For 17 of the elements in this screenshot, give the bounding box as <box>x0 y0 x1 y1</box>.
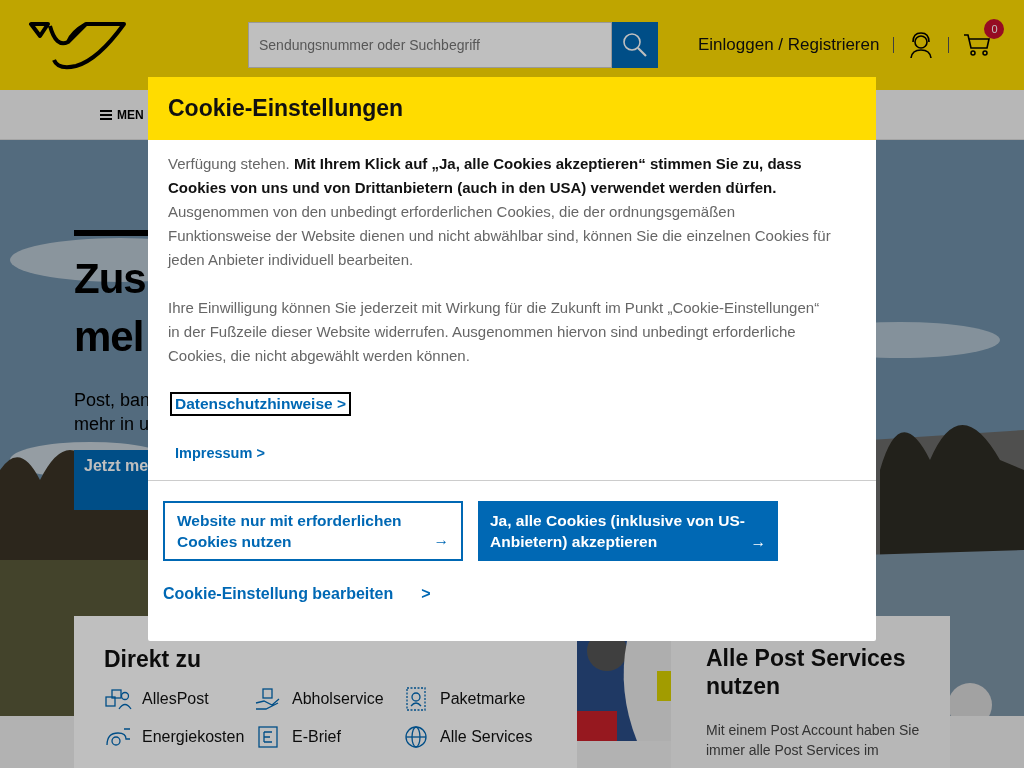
cart-icon[interactable] <box>963 33 992 57</box>
cart-count-badge: 0 <box>984 19 1005 39</box>
quick-link[interactable]: E-Brief <box>254 725 402 749</box>
login-link[interactable]: Einloggen / Registrieren <box>698 35 880 55</box>
card-text: immer alle Post Services im <box>706 741 880 760</box>
card-text: Mit einem Post Account haben Sie <box>706 721 920 740</box>
quick-link[interactable]: Energiekosten <box>104 725 254 749</box>
search-icon <box>622 32 648 58</box>
dialog-title: Cookie-Einstellungen <box>168 95 404 122</box>
search-button[interactable] <box>612 22 658 68</box>
quick-link[interactable]: Alle Services <box>402 725 552 749</box>
menu-icon <box>100 109 112 120</box>
globe-icon <box>402 725 430 749</box>
search-field[interactable]: Sendungsnummer oder Suchbegriff <box>248 22 612 68</box>
headset-icon[interactable] <box>908 31 935 59</box>
plug-icon <box>104 725 132 749</box>
menu-button[interactable]: MEN <box>100 107 144 122</box>
